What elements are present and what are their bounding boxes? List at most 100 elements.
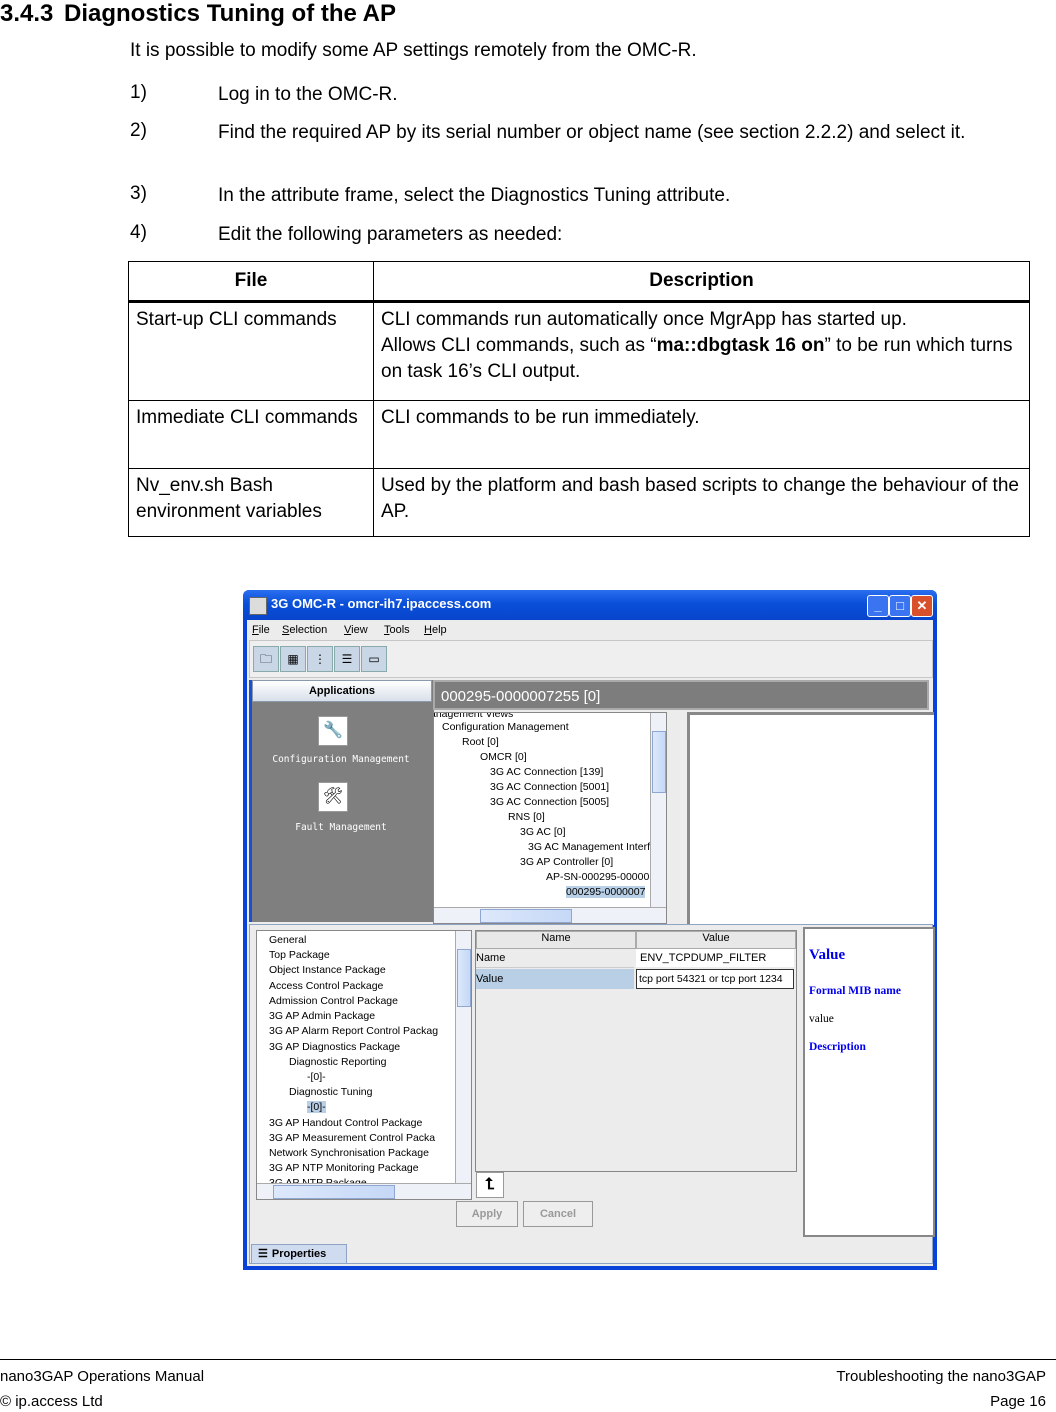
step-number: 1)	[130, 82, 147, 103]
tree-node-selected[interactable]: 000295-0000007	[566, 886, 646, 898]
package-node[interactable]: Access Control Package	[269, 980, 383, 992]
package-node-selected[interactable]: -[0]-	[307, 1101, 326, 1113]
package-node[interactable]: 3G AP NTP Monitoring Package	[269, 1162, 419, 1174]
description-line: CLI commands run automatically once MgrA…	[381, 309, 907, 330]
package-node[interactable]: Diagnostic Tuning	[289, 1086, 372, 1098]
vertical-scrollbar[interactable]	[455, 931, 471, 1183]
tree-node[interactable]: OMCR [0]	[480, 751, 527, 763]
tree-node[interactable]: 3G AC Connection [5001]	[490, 781, 609, 793]
package-node[interactable]: General	[269, 934, 306, 946]
horizontal-scrollbar[interactable]	[434, 907, 666, 923]
step-number: 2)	[130, 120, 147, 141]
detail-pane	[687, 712, 934, 925]
package-node[interactable]: Diagnostic Reporting	[289, 1056, 386, 1068]
step-number: 4)	[130, 222, 147, 243]
tree-node[interactable]: RNS [0]	[508, 811, 545, 823]
app-configuration-management[interactable]: Configuration Management	[252, 754, 430, 765]
step-number: 3)	[130, 183, 147, 204]
properties-panel: General Top Package Object Instance Pack…	[249, 924, 935, 1264]
footer-page-number: Page 16	[990, 1393, 1046, 1410]
footer-copyright: © ip.access Ltd	[0, 1393, 103, 1410]
step-text: Find the required AP by its serial numbe…	[218, 122, 966, 143]
attr-name-cell-selected[interactable]: Value	[476, 969, 634, 989]
scroll-thumb[interactable]	[457, 949, 471, 1007]
package-node[interactable]: Object Instance Package	[269, 964, 386, 976]
tree-node[interactable]: 3G AC [0]	[520, 826, 566, 838]
table-row: Immediate CLI commands CLI commands to b…	[128, 400, 1030, 469]
table-row: Nv_env.sh Bash environment variables Use…	[128, 468, 1030, 537]
list-icon[interactable]: ☰	[334, 646, 360, 672]
attr-value-input[interactable]: tcp port 54321 or tcp port 1234	[636, 969, 794, 989]
app-icon	[249, 597, 267, 615]
menu-help[interactable]: Help	[424, 624, 447, 636]
table-row: Start-up CLI commands CLI commands run a…	[128, 301, 1030, 401]
vertical-scrollbar[interactable]	[650, 713, 666, 907]
info-title: Value	[809, 947, 846, 963]
window-title: 3G OMC-R - omcr-ih7.ipaccess.com	[271, 596, 492, 611]
package-node[interactable]: Network Synchronisation Package	[269, 1147, 429, 1159]
parameters-table: File Description Start-up CLI commands C…	[128, 261, 1030, 537]
package-node[interactable]: 3G AP Handout Control Package	[269, 1117, 422, 1129]
package-node[interactable]: 3G AP Measurement Control Packa	[269, 1132, 435, 1144]
menu-tools[interactable]: Tools	[384, 624, 410, 636]
grid-icon[interactable]: ▦	[280, 646, 306, 672]
tree-node[interactable]: 3G AP Controller [0]	[520, 856, 613, 868]
app-fault-management[interactable]: Fault Management	[252, 822, 430, 833]
tree-node[interactable]: 3G AC Management Interf	[528, 841, 650, 853]
tree-node[interactable]: Configuration Management	[442, 721, 569, 733]
omcr-window-screenshot: 3G OMC-R - omcr-ih7.ipaccess.com _ □ ✕ F…	[243, 590, 937, 1270]
description-cell: CLI commands to be run immediately.	[373, 400, 1030, 469]
configuration-management-icon[interactable]: 🔧	[318, 716, 348, 746]
up-level-icon[interactable]: ⮤	[476, 1172, 504, 1198]
package-node[interactable]: 3G AP Diagnostics Package	[269, 1041, 400, 1053]
applications-header: Applications	[252, 680, 432, 702]
tab-label: Properties	[271, 1248, 327, 1260]
attribute-info-pane: Value Formal MIB name value Description	[803, 927, 935, 1237]
column-header-value[interactable]: Value	[636, 931, 796, 949]
tree-node[interactable]: AP-SN-000295-00000	[546, 871, 649, 883]
tab-properties[interactable]: ☰ Properties	[251, 1244, 347, 1264]
window-client: File Selection View Tools Help 🗀 ▦ ⋮ ☰ ▭…	[247, 620, 935, 1266]
attribute-table: Name Value Name ENV_TCPDUMP_FILTER Value…	[475, 930, 797, 1172]
horizontal-scrollbar[interactable]	[257, 1183, 471, 1199]
package-node[interactable]: 3G AP Alarm Report Control Packag	[269, 1025, 438, 1037]
description-cell: CLI commands run automatically once MgrA…	[373, 301, 1030, 401]
explorer-icon[interactable]: 🗀	[253, 646, 279, 672]
tree-node[interactable]: Root [0]	[462, 736, 499, 748]
package-node[interactable]: Top Package	[269, 949, 330, 961]
fault-management-icon[interactable]: 🛠	[318, 782, 348, 812]
scroll-thumb[interactable]	[273, 1185, 395, 1199]
footer-divider	[0, 1359, 1056, 1360]
maximize-icon[interactable]: □	[889, 595, 911, 617]
description-line: Allows CLI commands, such as “ma::dbgtas…	[381, 333, 1022, 385]
minimize-icon[interactable]: _	[867, 595, 889, 617]
apply-button[interactable]: Apply	[456, 1201, 518, 1227]
tree-node[interactable]: 3G AC Connection [139]	[490, 766, 603, 778]
footer-chapter: Troubleshooting the nano3GAP	[836, 1368, 1046, 1385]
package-node[interactable]: Admission Control Package	[269, 995, 398, 1007]
scroll-thumb[interactable]	[480, 909, 572, 923]
tree-node[interactable]: anagement Views	[434, 713, 513, 720]
menu-view[interactable]: View	[344, 624, 368, 636]
info-mib-label: Formal MIB name	[809, 985, 901, 997]
file-cell: Immediate CLI commands	[128, 400, 374, 469]
step-text: In the attribute frame, select the Diagn…	[218, 185, 731, 206]
package-node[interactable]: -[0]-	[307, 1071, 326, 1083]
package-node[interactable]: 3G AP Admin Package	[269, 1010, 375, 1022]
cancel-button[interactable]: Cancel	[523, 1201, 593, 1227]
tree-node[interactable]: 3G AC Connection [5005]	[490, 796, 609, 808]
file-cell: Nv_env.sh Bash environment variables	[128, 468, 374, 537]
tree-icon[interactable]: ⋮	[307, 646, 333, 672]
menu-file[interactable]: File	[252, 624, 270, 636]
attr-value-cell[interactable]: ENV_TCPDUMP_FILTER	[636, 949, 794, 967]
window-icon[interactable]: ▭	[361, 646, 387, 672]
command-text: ma::dbgtask 16 on	[656, 335, 825, 356]
attr-name-cell[interactable]: Name	[476, 949, 634, 968]
description-cell: Used by the platform and bash based scri…	[373, 468, 1030, 537]
menu-selection[interactable]: Selection	[282, 624, 327, 636]
toolbar: 🗀 ▦ ⋮ ☰ ▭	[249, 640, 933, 678]
column-header-name[interactable]: Name	[476, 931, 636, 949]
footer-manual-title: nano3GAP Operations Manual	[0, 1368, 205, 1385]
close-icon[interactable]: ✕	[911, 595, 933, 617]
scroll-thumb[interactable]	[652, 731, 666, 793]
